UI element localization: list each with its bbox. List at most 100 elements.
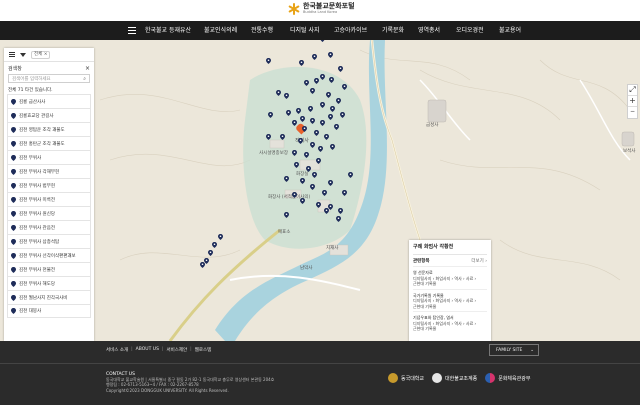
nav-item-ritual[interactable]: 불교인식의례 <box>204 21 237 40</box>
temple-marker[interactable] <box>298 60 304 66</box>
temple-marker[interactable] <box>265 134 271 140</box>
list-item[interactable]: 김천 홍탄군 조각 괘불도 <box>7 136 91 150</box>
temple-marker[interactable] <box>291 120 297 126</box>
list-item[interactable]: 김천 무위사 삼층석탑 <box>7 234 91 248</box>
menu-icon[interactable] <box>128 27 136 34</box>
list-item[interactable]: 김천 무위사 각해부현 <box>7 164 91 178</box>
list-item[interactable]: 김천 무위사 원신당 <box>7 206 91 220</box>
temple-marker[interactable] <box>321 190 327 196</box>
temple-marker[interactable] <box>305 166 311 172</box>
list-item[interactable]: 김천 무위사 천불전 <box>7 262 91 276</box>
temple-marker[interactable] <box>347 172 353 178</box>
filter-icon[interactable] <box>20 52 26 57</box>
partner-dongguk[interactable]: 동국대학교 <box>388 373 424 383</box>
temple-marker[interactable] <box>291 150 297 156</box>
nav-item-glossary[interactable]: 불교용어 <box>499 21 521 40</box>
temple-marker[interactable] <box>320 40 325 42</box>
list-item[interactable]: 김천 영탑운 조각 괘불도 <box>7 122 91 136</box>
temple-marker[interactable] <box>309 118 315 124</box>
footer-link-service[interactable]: 서비스 소개 <box>106 347 128 353</box>
filter-chip[interactable]: 전체 × <box>31 50 51 59</box>
zoom-out-button[interactable]: − <box>628 107 637 118</box>
footer-link-about[interactable]: ABOUT US <box>136 347 159 353</box>
temple-marker[interactable] <box>327 52 333 58</box>
temple-marker[interactable] <box>313 78 319 84</box>
temple-marker[interactable] <box>341 84 347 90</box>
temple-marker[interactable] <box>323 134 329 140</box>
list-item[interactable]: 김천 무위사 선각이삭편편괘보 <box>7 248 91 262</box>
nav-item-audio-sutra[interactable]: 오디오경전 <box>456 21 484 40</box>
temple-marker[interactable] <box>279 134 285 140</box>
temple-marker[interactable] <box>335 98 341 104</box>
fullscreen-button[interactable]: ⤢ <box>628 85 637 96</box>
temple-marker[interactable] <box>341 190 347 196</box>
temple-marker[interactable] <box>303 152 309 158</box>
related-item[interactable]: 국가기록원 기록물 디지털사지 › 화엄사지 › 역사 › 사료 › 근현대 기록물 <box>413 288 487 312</box>
map-view[interactable]: 직지사 사시설명종보장 화장실 화장사 (서적만이사의) 매표소 치재사 남악사… <box>0 40 640 341</box>
temple-marker[interactable] <box>309 88 315 94</box>
temple-marker[interactable] <box>207 250 213 256</box>
search-input[interactable]: 검색어를 입력하세요 ⌕ <box>8 74 90 83</box>
temple-marker[interactable] <box>327 180 333 186</box>
temple-marker[interactable] <box>337 66 343 72</box>
temple-marker[interactable] <box>293 162 299 168</box>
temple-marker[interactable] <box>311 172 317 178</box>
list-item[interactable]: 김룡효교당 관길사 <box>7 108 91 122</box>
temple-marker[interactable] <box>299 178 305 184</box>
nav-item-heritage[interactable]: 한국불교 등재유산 <box>145 21 191 40</box>
temple-marker[interactable] <box>337 208 343 214</box>
temple-marker[interactable] <box>291 192 297 198</box>
temple-marker[interactable] <box>327 114 333 120</box>
zoom-in-button[interactable]: + <box>628 96 637 107</box>
search-icon[interactable]: ⌕ <box>83 76 86 82</box>
temple-marker[interactable] <box>309 142 315 148</box>
temple-marker[interactable] <box>283 93 289 99</box>
more-link[interactable]: 더보기 › <box>471 258 487 264</box>
temple-marker[interactable] <box>323 208 329 214</box>
partner-jogye[interactable]: 대한불교조계종 <box>432 373 477 383</box>
list-menu-icon[interactable] <box>9 52 15 57</box>
nav-item-records[interactable]: 기록문화 <box>382 21 404 40</box>
temple-marker[interactable] <box>315 158 321 164</box>
map-canvas[interactable] <box>0 40 640 341</box>
list-item[interactable]: 김룡 금산사사 <box>7 94 91 108</box>
temple-marker[interactable] <box>267 112 273 118</box>
nav-item-monk-archive[interactable]: 고승아카이브 <box>334 21 367 40</box>
temple-marker[interactable] <box>311 54 317 60</box>
temple-marker[interactable] <box>295 108 301 114</box>
temple-marker[interactable] <box>265 58 271 64</box>
temple-marker[interactable] <box>275 90 281 96</box>
temple-marker[interactable] <box>319 74 325 80</box>
temple-marker[interactable] <box>307 106 313 112</box>
site-logo[interactable]: 한국불교문화포털 Buddha Land Korea <box>288 3 355 15</box>
partner-mcst[interactable]: 문화체육관광부 <box>485 373 530 383</box>
temple-marker[interactable] <box>309 184 315 190</box>
temple-marker[interactable] <box>285 110 291 116</box>
list-item[interactable]: 김천 무위사 미륵전 <box>7 192 91 206</box>
temple-marker[interactable] <box>199 262 205 268</box>
temple-marker[interactable] <box>301 126 307 132</box>
close-icon[interactable]: × <box>85 65 90 72</box>
footer-link-proposal[interactable]: 서비스제안 <box>166 347 187 353</box>
list-item[interactable]: 김천 무위사 해도당 <box>7 276 91 290</box>
list-item[interactable]: 김천 무위사 <box>7 150 91 164</box>
list-item[interactable]: 김천 무위사 범부현 <box>7 178 91 192</box>
temple-marker[interactable] <box>339 112 345 118</box>
temple-marker[interactable] <box>297 138 303 144</box>
temple-marker[interactable] <box>319 102 325 108</box>
temple-marker[interactable] <box>217 234 223 240</box>
temple-marker[interactable] <box>333 124 339 130</box>
family-site-select[interactable]: FAMILY SITE ⌄ <box>489 344 539 356</box>
nav-item-practice[interactable]: 전통수행 <box>251 21 273 40</box>
temple-marker[interactable] <box>299 198 305 204</box>
temple-marker[interactable] <box>283 212 289 218</box>
nav-item-english-series[interactable]: 영역총서 <box>418 21 440 40</box>
temple-marker[interactable] <box>283 176 289 182</box>
related-item[interactable]: 영 선운자료 디지털사지 › 화엄사지 › 역사 › 사료 › 근현대 기록물 <box>413 266 487 289</box>
temple-marker[interactable] <box>211 242 217 248</box>
temple-marker[interactable] <box>328 77 334 83</box>
temple-marker[interactable] <box>303 80 309 86</box>
temple-marker[interactable] <box>329 106 335 112</box>
related-item[interactable]: 기념우표와 탑인장, 엽서 디지털사지 › 화엄사지 › 역사 › 사료 › 근현대… <box>413 311 487 334</box>
temple-marker[interactable] <box>325 92 331 98</box>
